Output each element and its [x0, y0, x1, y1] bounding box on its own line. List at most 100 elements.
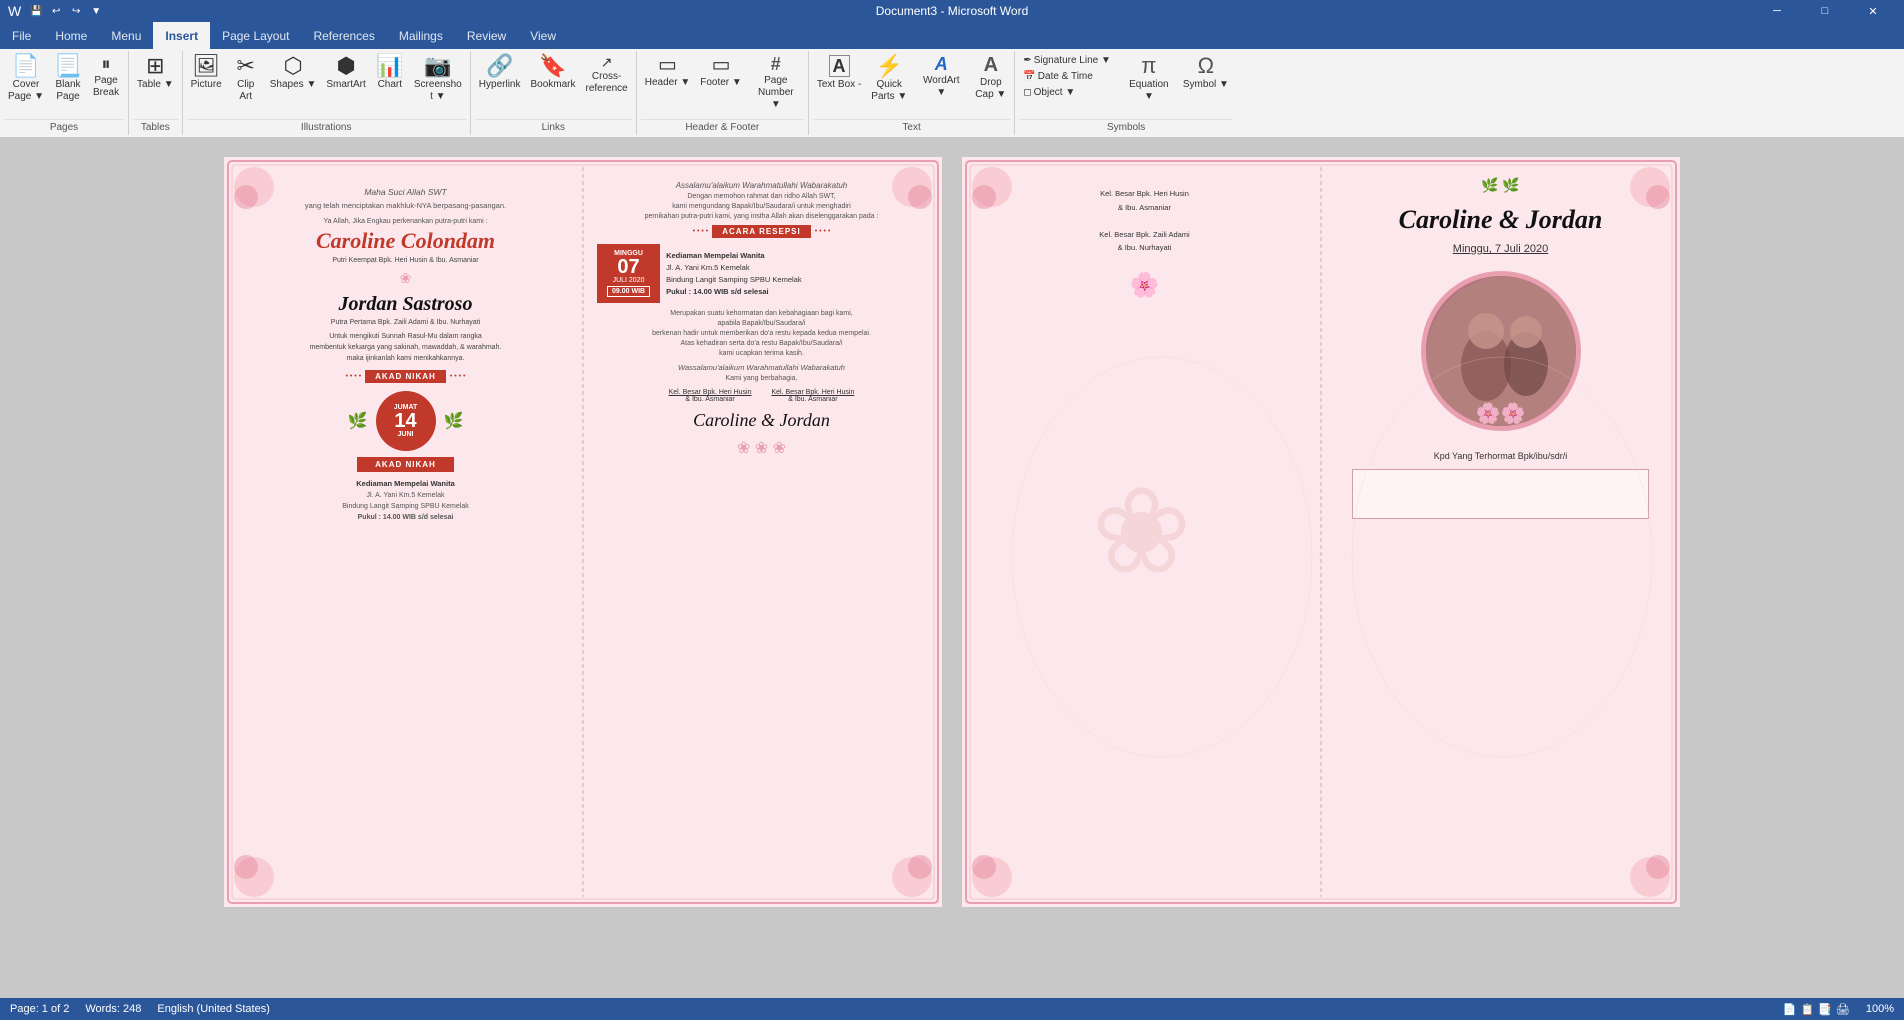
web-view-button[interactable]: 📑: [1818, 1003, 1832, 1016]
drop-cap-button[interactable]: A DropCap ▼: [971, 53, 1010, 103]
customize-qa-button[interactable]: ▼: [87, 2, 105, 20]
honor-text4: Atas kehadiran serta do'a restu Bapak/Ib…: [680, 340, 842, 347]
tab-page-layout[interactable]: Page Layout: [210, 22, 301, 49]
object-icon: ◻: [1023, 87, 1031, 98]
document-title: Document3 - Microsoft Word: [876, 4, 1029, 18]
screenshot-button[interactable]: 📷 Screenshot ▼: [410, 53, 466, 105]
page-number-button[interactable]: # PageNumber ▼: [748, 53, 804, 113]
clip-art-icon: ✂: [237, 55, 255, 77]
maximize-button[interactable]: □: [1802, 0, 1848, 22]
footer-icon: ▭: [712, 55, 731, 75]
cover-page-button[interactable]: 📄 CoverPage ▼: [4, 53, 48, 105]
shapes-button[interactable]: ⬡ Shapes ▼: [266, 53, 321, 93]
bookmark-icon: 🔖: [539, 55, 566, 77]
title-bar: W 💾 ↩ ↪ ▼ Document3 - Microsoft Word ─ □…: [0, 0, 1904, 22]
tab-view[interactable]: View: [518, 22, 568, 49]
footer-button[interactable]: ▭ Footer ▼: [696, 53, 746, 91]
cover-page-icon: 📄: [12, 55, 39, 77]
resepsi-date-block: MINGGU 07 JULI 2020 09.00 WIB Kediaman M…: [597, 244, 926, 303]
header-footer-group-label: Header & Footer: [641, 119, 804, 135]
redo-button[interactable]: ↪: [67, 2, 85, 20]
chart-button[interactable]: 📊 Chart: [372, 53, 408, 93]
couple-sign: Caroline & Jordan: [693, 410, 830, 431]
tab-references[interactable]: References: [301, 22, 386, 49]
prayer2-text: Untuk mengikuti Sunnah Rasul-Mu dalam ra…: [329, 333, 482, 340]
venue1-text: Kediaman Mempelai Wanita: [356, 479, 455, 488]
page-number-icon: #: [771, 55, 781, 73]
bride-parent: Putri Keempat Bpk. Heri Husin & Ibu. Asm…: [332, 257, 478, 264]
equation-button[interactable]: π Equation ▼: [1121, 53, 1177, 105]
photo-floral-overlay: 🌸🌸: [1476, 401, 1526, 426]
tab-insert[interactable]: Insert: [153, 22, 210, 49]
header-button[interactable]: ▭ Header ▼: [641, 53, 694, 91]
honor-text3: berkenan hadir untuk memberikan do'a res…: [652, 330, 871, 337]
quick-parts-button[interactable]: ⚡ QuickParts ▼: [867, 53, 911, 105]
tab-home[interactable]: Home: [43, 22, 99, 49]
header-footer-group-items: ▭ Header ▼ ▭ Footer ▼ # PageNumber ▼: [641, 53, 804, 117]
text-box-icon: A: [829, 55, 850, 77]
smartart-icon: ⬢: [336, 55, 355, 77]
bookmark-button[interactable]: 🔖 Bookmark: [526, 53, 579, 93]
ribbon-content: 📄 CoverPage ▼ 📃 BlankPage ⏸ PageBreak Pa…: [0, 49, 1904, 137]
word-icon: W: [8, 3, 21, 19]
full-read-button[interactable]: 📋: [1800, 1003, 1814, 1016]
symbols-group-items: ✒ Signature Line ▼ 📅 Date & Time ◻ Objec…: [1019, 53, 1233, 117]
invitation-right-panel: Assalamu'alaikum Warahmatullahi Wabaraka…: [583, 157, 942, 907]
quick-access-toolbar: 💾 ↩ ↪ ▼: [27, 2, 105, 20]
greeting-text: Assalamu'alaikum Warahmatullahi Wabaraka…: [676, 181, 848, 190]
family-names: Kel. Besar Bpk. Heri Husin & Ibu. Asmani…: [597, 389, 926, 403]
tab-review[interactable]: Review: [455, 22, 518, 49]
resepsi-venue: Kediaman Mempelai Wanita Jl. A. Yani Km.…: [666, 250, 926, 298]
close-button[interactable]: ✕: [1850, 0, 1896, 22]
signature-line-button[interactable]: ✒ Signature Line ▼: [1019, 53, 1115, 68]
outline-view-button[interactable]: 🖨: [1836, 1003, 1850, 1016]
smartart-button[interactable]: ⬢ SmartArt: [322, 53, 369, 93]
recipient-text: Kpd Yang Terhormat Bpk/ibu/sdr/i: [1434, 451, 1568, 461]
akad-label: AKAD NIKAH: [365, 370, 446, 383]
table-button[interactable]: ⊞ Table ▼: [133, 53, 178, 93]
address-box: [1352, 469, 1650, 519]
groom-name: Jordan Sastroso: [339, 293, 473, 315]
address2-text: Bindung Langit Samping SPBU Kemelak: [342, 503, 468, 510]
links-group: 🔗 Hyperlink 🔖 Bookmark ↗ Cross-reference…: [471, 51, 637, 135]
closing2-text: Kami yang berbahagia,: [726, 375, 798, 382]
tab-menu[interactable]: Menu: [99, 22, 153, 49]
text-group-label: Text: [813, 119, 1011, 135]
wordart-icon: A: [935, 55, 948, 73]
illustrations-group-label: Illustrations: [187, 119, 466, 135]
wordart-button[interactable]: A WordArt ▼: [913, 53, 969, 101]
leaf-decoration: 🌿 🌿: [1481, 177, 1520, 194]
page-info: Page: 1 of 2: [10, 1003, 69, 1015]
tab-file[interactable]: File: [0, 22, 43, 49]
text-box-button[interactable]: A Text Box -: [813, 53, 865, 93]
page-right: Kel. Besar Bpk. Heri Husin & Ibu. Asmani…: [962, 157, 1680, 907]
minimize-button[interactable]: ─: [1754, 0, 1800, 22]
akad-date-block: 🌿 JUMAT 14 JUNI 🌿: [348, 391, 464, 451]
save-button[interactable]: 💾: [27, 2, 45, 20]
hyperlink-button[interactable]: 🔗 Hyperlink: [475, 53, 525, 93]
undo-button[interactable]: ↩: [47, 2, 65, 20]
sig-date-obj-group: ✒ Signature Line ▼ 📅 Date & Time ◻ Objec…: [1019, 53, 1115, 100]
akad-date-circle: JUMAT 14 JUNI: [376, 391, 436, 451]
status-left: Page: 1 of 2 Words: 248 English (United …: [10, 1003, 270, 1015]
symbol-button[interactable]: Ω Symbol ▼: [1179, 53, 1233, 93]
cross-reference-button[interactable]: ↗ Cross-reference: [582, 53, 632, 97]
page-break-button[interactable]: ⏸ PageBreak: [88, 53, 124, 101]
resepsi-banner-row: • • • • ACARA RESEPSI • • • •: [693, 225, 831, 238]
equation-icon: π: [1141, 55, 1156, 77]
clip-art-button[interactable]: ✂ ClipArt: [228, 53, 264, 105]
right-page-left-panel: Kel. Besar Bpk. Heri Husin & Ibu. Asmani…: [962, 157, 1321, 907]
akad2-label: AKAD NIKAH: [357, 457, 454, 472]
picture-button[interactable]: 🖼 Picture: [187, 53, 226, 93]
print-view-button[interactable]: 📄: [1783, 1003, 1797, 1016]
closing-text: Wassalamu'alaikum Warahmatullahi Wabarak…: [678, 363, 845, 372]
tab-mailings[interactable]: Mailings: [387, 22, 455, 49]
blank-page-button[interactable]: 📃 BlankPage: [50, 53, 86, 105]
ribbon-tabs: File Home Menu Insert Page Layout Refere…: [0, 22, 1904, 49]
floral-sep1: ❀: [400, 270, 412, 287]
groom-parent: Putra Pertama Bpk. Zaili Adami & Ibu. Nu…: [331, 319, 480, 326]
object-button[interactable]: ◻ Object ▼: [1019, 85, 1115, 100]
couple-photo: 🌸🌸: [1421, 271, 1581, 431]
date-time-button[interactable]: 📅 Date & Time: [1019, 69, 1115, 84]
links-group-items: 🔗 Hyperlink 🔖 Bookmark ↗ Cross-reference: [475, 53, 632, 117]
